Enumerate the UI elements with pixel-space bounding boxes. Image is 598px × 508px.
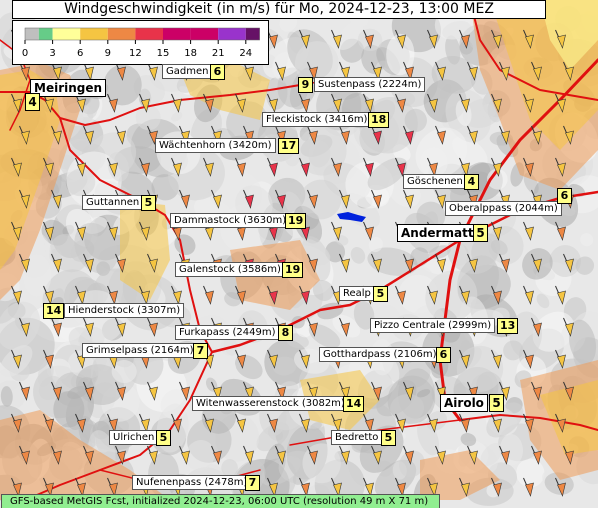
legend-swatch: [245, 28, 260, 40]
wind-value-badge-nufenenpass: 7: [245, 475, 260, 491]
place-label-grimselpass: Grimselpass (2164m): [82, 343, 198, 358]
legend-swatch: [163, 28, 191, 40]
wind-arrow-head: [365, 226, 374, 241]
place-label-witenwasserenstock: Witenwasserenstock (3082m): [192, 396, 349, 411]
wind-value-badge-gotthardpass: 6: [436, 347, 451, 363]
place-label-pizzo-centrale: Pizzo Centrale (2999m): [370, 318, 496, 333]
place-label-furkapass: Furkapass (2449m): [175, 325, 280, 340]
wind-value-badge-göschenen: 4: [464, 174, 479, 190]
wind-arrow-head: [173, 98, 182, 113]
legend-tick-label: 6: [77, 48, 83, 59]
place-label-oberalppass: Oberalppass (2044m): [445, 201, 562, 216]
place-label-nufenenpass: Nufenenpass (2478m): [132, 475, 252, 490]
wind-value-badge-hienderstock: 14: [43, 303, 65, 319]
wind-value-badge-bedretto: 5: [381, 430, 396, 446]
wind-value-badge-dammastock: 19: [285, 213, 307, 229]
wind-value-badge-ulrichen: 5: [156, 430, 171, 446]
wind-value-badge-witenwasserenstock: 14: [343, 396, 365, 412]
place-label-gotthardpass: Gotthardpass (2106m): [319, 347, 441, 362]
place-label-ulrichen: Ulrichen: [109, 430, 159, 445]
wind-value-badge-wächtenhorn: 17: [278, 138, 300, 154]
wind-value-badge-galenstock: 19: [282, 262, 304, 278]
wind-arrow-head: [205, 226, 214, 241]
wind-value-badge-fleckistock: 18: [368, 112, 390, 128]
place-label-göschenen: Göschenen: [403, 174, 467, 189]
place-label-realp: Realp: [339, 286, 375, 301]
legend-tick-label: 12: [129, 48, 142, 59]
legend-swatch: [190, 28, 219, 40]
legend-tick-label: 3: [49, 48, 55, 59]
legend-tick-label: 9: [105, 48, 111, 59]
legend-tick-label: 18: [184, 48, 197, 59]
wind-arrow-head: [181, 194, 190, 209]
wind-arrow-head: [525, 482, 534, 497]
legend-swatch: [218, 28, 246, 40]
place-label-meiringen: Meiringen: [30, 79, 107, 97]
wind-value-badge-andermatt: 5: [473, 224, 488, 242]
legend-swatch: [38, 28, 53, 40]
place-label-airolo: Airolo: [440, 394, 488, 412]
legend-tick-label: 0: [22, 48, 28, 59]
wind-value-badge-meiringen: 4: [25, 93, 40, 111]
wind-arrow-head: [557, 290, 566, 305]
wind-value-badge-pizzo-centrale: 13: [497, 318, 519, 334]
place-label-andermatt: Andermatt: [397, 224, 478, 242]
wind-map: Windgeschwindigkeit (in m/s) für Mo, 202…: [0, 0, 598, 508]
place-label-bedretto: Bedretto: [331, 430, 383, 445]
place-label-gadmen: Gadmen: [162, 64, 213, 79]
wind-value-badge-realp: 5: [373, 286, 388, 302]
wind-value-badge-airolo: 5: [489, 394, 504, 412]
wind-value-badge-guttannen: 5: [141, 195, 156, 211]
wind-value-badge-grimselpass: 7: [193, 343, 208, 359]
legend-swatch: [80, 28, 108, 40]
place-label-wächtenhorn: Wächtenhorn (3420m): [155, 138, 276, 153]
legend-swatch: [107, 28, 136, 40]
place-label-galenstock: Galenstock (3586m): [175, 262, 285, 277]
wind-arrow-head: [301, 162, 310, 177]
legend-swatch: [135, 28, 163, 40]
wind-value-badge-oberalppass: 6: [557, 188, 572, 204]
place-label-guttannen: Guttannen: [82, 195, 144, 210]
wind-value-badge-gadmen: 6: [210, 64, 225, 80]
relief-patch: [350, 247, 366, 264]
wind-arrow-head: [557, 226, 566, 241]
wind-arrow-head: [53, 258, 62, 273]
speed-legend: 0 3 6 9 12 15 18 21 24: [12, 20, 269, 65]
legend-tick-label: 21: [212, 48, 225, 59]
place-label-sustenpass: Sustenpass (2224m): [314, 77, 426, 92]
legend-swatch: [52, 28, 81, 40]
legend-tick-label: 15: [157, 48, 170, 59]
place-label-fleckistock: Fleckistock (3416m): [262, 112, 372, 127]
wind-arrow-head: [525, 226, 534, 241]
legend-tick-label: 24: [239, 48, 252, 59]
relief-patch: [171, 111, 183, 122]
place-label-dammastock: Dammastock (3630m): [170, 213, 291, 228]
relief-patch: [580, 233, 594, 247]
wind-arrow-head: [341, 258, 350, 273]
wind-arrow-head: [109, 98, 118, 113]
wind-value-badge-furkapass: 8: [278, 325, 293, 341]
map-title: Windgeschwindigkeit (in m/s) für Mo, 202…: [12, 0, 546, 19]
wind-value-badge-sustenpass: 9: [298, 77, 313, 93]
forecast-footer: GFS-based MetGIS Fcst, initialized 2024-…: [1, 494, 440, 508]
legend-swatch: [25, 28, 39, 40]
legend-scale: 0 3 6 9 12 15 18 21 24: [22, 27, 260, 59]
place-label-hienderstock: Hienderstock (3307m): [64, 303, 185, 318]
wind-arrow-head: [461, 418, 470, 433]
wind-arrow-head: [525, 290, 534, 305]
wind-arrow-head: [205, 290, 214, 305]
